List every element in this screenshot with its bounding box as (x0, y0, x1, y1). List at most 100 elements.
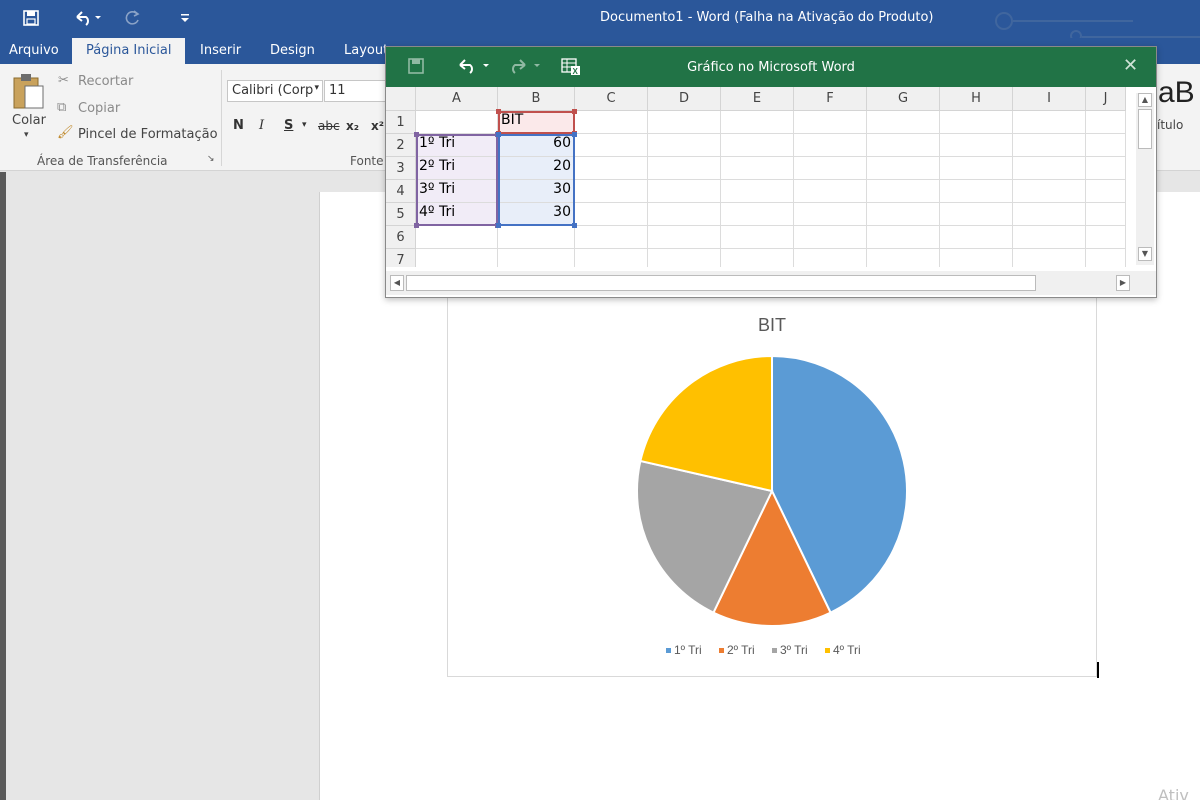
cell-i6[interactable] (1013, 226, 1086, 249)
cell-f3[interactable] (794, 157, 867, 180)
row-header-1[interactable]: 1 (386, 111, 416, 134)
column-header-e[interactable]: E (721, 87, 794, 111)
cell-j1[interactable] (1086, 111, 1126, 134)
cell-a6[interactable] (416, 226, 498, 249)
cell-e7[interactable] (721, 249, 794, 267)
cell-h2[interactable] (940, 134, 1013, 157)
horizontal-scrollbar[interactable]: ◀ ▶ (386, 271, 1156, 295)
select-all-corner[interactable] (386, 87, 416, 111)
scroll-left-icon[interactable]: ◀ (390, 275, 404, 291)
cell-c2[interactable] (575, 134, 648, 157)
cell-d2[interactable] (648, 134, 721, 157)
cell-e5[interactable] (721, 203, 794, 226)
range-resize-handle[interactable] (414, 223, 419, 228)
cell-j2[interactable] (1086, 134, 1126, 157)
cell-e3[interactable] (721, 157, 794, 180)
cell-g7[interactable] (867, 249, 940, 267)
cell-a1[interactable] (416, 111, 498, 134)
cell-b5[interactable]: 30 (498, 203, 575, 226)
pie-chart[interactable]: BIT 1º Tri 2º Tri 3º Tri 4º Tri (447, 290, 1097, 677)
cell-i3[interactable] (1013, 157, 1086, 180)
cell-f6[interactable] (794, 226, 867, 249)
range-resize-handle[interactable] (496, 109, 501, 114)
cell-a2[interactable]: 1º Tri (416, 134, 498, 157)
cell-d5[interactable] (648, 203, 721, 226)
format-painter-button[interactable]: Pincel de Formatação (78, 127, 218, 142)
subscript-button[interactable]: x₂ (346, 119, 359, 133)
scroll-up-icon[interactable]: ▲ (1138, 93, 1152, 107)
cell-b6[interactable] (498, 226, 575, 249)
cell-d3[interactable] (648, 157, 721, 180)
underline-dropdown-icon[interactable]: ▾ (302, 120, 307, 130)
range-resize-handle[interactable] (496, 223, 501, 228)
cell-c1[interactable] (575, 111, 648, 134)
cell-a3[interactable]: 2º Tri (416, 157, 498, 180)
range-resize-handle[interactable] (572, 223, 577, 228)
tab-layout[interactable]: Layout (344, 38, 388, 64)
spreadsheet-grid[interactable]: A B C D E F G H I J 1 BIT 2 1º Tri 60 3 2º Tri 20 4 3º Tri 3… (386, 87, 1156, 267)
row-header-6[interactable]: 6 (386, 226, 416, 249)
column-header-b[interactable]: B (498, 87, 575, 111)
column-header-g[interactable]: G (867, 87, 940, 111)
tab-inserir[interactable]: Inserir (200, 38, 241, 64)
copy-button[interactable]: Copiar (78, 101, 120, 116)
strikethrough-button[interactable]: abc (318, 119, 340, 133)
cell-e2[interactable] (721, 134, 794, 157)
undo-icon[interactable] (70, 7, 106, 29)
cell-e1[interactable] (721, 111, 794, 134)
row-header-5[interactable]: 5 (386, 203, 416, 226)
cell-d1[interactable] (648, 111, 721, 134)
cell-a5[interactable]: 4º Tri (416, 203, 498, 226)
cell-j6[interactable] (1086, 226, 1126, 249)
cell-c7[interactable] (575, 249, 648, 267)
paste-dropdown-icon[interactable]: ▾ (24, 130, 29, 140)
cell-h1[interactable] (940, 111, 1013, 134)
cell-b3[interactable]: 20 (498, 157, 575, 180)
save-icon[interactable] (20, 7, 42, 29)
tab-arquivo[interactable]: Arquivo (9, 38, 59, 64)
cell-h3[interactable] (940, 157, 1013, 180)
row-header-3[interactable]: 3 (386, 157, 416, 180)
cell-c5[interactable] (575, 203, 648, 226)
row-header-4[interactable]: 4 (386, 180, 416, 203)
scroll-down-icon[interactable]: ▼ (1138, 247, 1152, 261)
cell-h4[interactable] (940, 180, 1013, 203)
cell-h6[interactable] (940, 226, 1013, 249)
superscript-button[interactable]: x² (371, 119, 384, 133)
style-title-preview[interactable]: aB (1158, 76, 1195, 110)
cell-g4[interactable] (867, 180, 940, 203)
cell-j5[interactable] (1086, 203, 1126, 226)
cell-g5[interactable] (867, 203, 940, 226)
range-resize-handle[interactable] (572, 132, 577, 137)
cell-j4[interactable] (1086, 180, 1126, 203)
cell-j7[interactable] (1086, 249, 1126, 267)
cell-i7[interactable] (1013, 249, 1086, 267)
underline-button[interactable]: S (284, 118, 293, 133)
cell-a4[interactable]: 3º Tri (416, 180, 498, 203)
column-header-i[interactable]: I (1013, 87, 1086, 111)
tab-design[interactable]: Design (270, 38, 315, 64)
column-header-d[interactable]: D (648, 87, 721, 111)
font-name-box[interactable]: Calibri (Corp ▾ (227, 80, 323, 102)
bold-button[interactable]: N (233, 118, 244, 133)
cell-i4[interactable] (1013, 180, 1086, 203)
cell-j3[interactable] (1086, 157, 1126, 180)
cell-c6[interactable] (575, 226, 648, 249)
cell-i5[interactable] (1013, 203, 1086, 226)
column-header-j[interactable]: J (1086, 87, 1126, 111)
cut-button[interactable]: Recortar (78, 74, 133, 89)
cell-i1[interactable] (1013, 111, 1086, 134)
cell-g1[interactable] (867, 111, 940, 134)
cell-f2[interactable] (794, 134, 867, 157)
cell-a7[interactable] (416, 249, 498, 267)
cell-b7[interactable] (498, 249, 575, 267)
tab-pagina-inicial[interactable]: Página Inicial (72, 38, 186, 64)
scroll-right-icon[interactable]: ▶ (1116, 275, 1130, 291)
cell-d4[interactable] (648, 180, 721, 203)
column-header-a[interactable]: A (416, 87, 498, 111)
row-header-7[interactable]: 7 (386, 249, 416, 267)
vertical-scroll-thumb[interactable] (1138, 109, 1152, 149)
cell-e6[interactable] (721, 226, 794, 249)
cell-b2[interactable]: 60 (498, 134, 575, 157)
range-resize-handle[interactable] (572, 109, 577, 114)
